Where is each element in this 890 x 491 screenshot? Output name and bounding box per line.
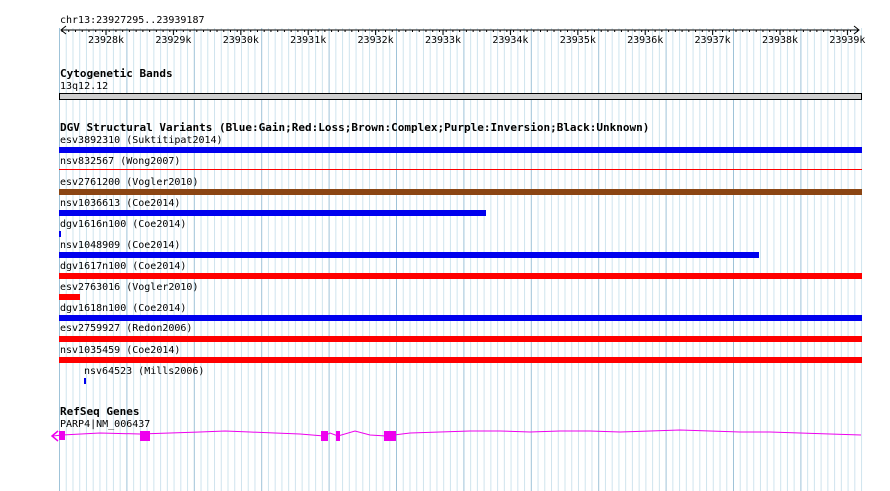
ruler-tick-label: 23931k	[290, 35, 327, 46]
dgv-feature-bar[interactable]	[59, 357, 862, 363]
ruler-tick-label: 23939k	[829, 35, 866, 46]
exon	[140, 431, 150, 441]
dgv-feature-label[interactable]: esv2763016 (Vogler2010)	[60, 282, 198, 293]
dgv-feature-label[interactable]: dgv1617n100 (Coe2014)	[60, 261, 186, 272]
dgv-feature-bar[interactable]	[84, 378, 86, 384]
dgv-feature-bar[interactable]	[59, 294, 80, 300]
dgv-feature-bar[interactable]	[59, 189, 862, 195]
dgv-feature-label[interactable]: nsv1048909 (Coe2014)	[60, 240, 180, 251]
ruler-tick-label: 23929k	[155, 35, 192, 46]
dgv-track-title[interactable]: DGV Structural Variants (Blue:Gain;Red:L…	[60, 122, 649, 134]
dgv-feature-label[interactable]: esv2759927 (Redon2006)	[60, 323, 192, 334]
cytoband-track-title[interactable]: Cytogenetic Bands	[60, 68, 173, 80]
dgv-feature-label[interactable]: dgv1618n100 (Coe2014)	[60, 303, 186, 314]
dgv-feature-bar[interactable]	[59, 210, 486, 216]
gene-model[interactable]	[0, 420, 890, 450]
ruler-tick-label: 23930k	[222, 35, 259, 46]
genome-browser: chr13:23927295..23939187 23928k 23929k 239…	[0, 0, 890, 491]
exon	[59, 431, 65, 440]
refseq-track-title[interactable]: RefSeq Genes	[60, 406, 139, 418]
ruler-tick-label: 23938k	[761, 35, 799, 46]
dgv-feature-bar[interactable]	[59, 169, 862, 170]
exon	[321, 431, 328, 441]
cytoband-bar[interactable]	[59, 93, 862, 100]
ruler-tick-label: 23932k	[357, 35, 394, 46]
dgv-feature-label[interactable]: esv2761200 (Vogler2010)	[60, 177, 198, 188]
dgv-feature-bar[interactable]	[59, 252, 759, 258]
dgv-feature-bar[interactable]	[59, 231, 61, 237]
ruler-tick-label: 23935k	[559, 35, 596, 46]
ruler-tick-label: 23934k	[492, 35, 529, 46]
ruler-tick-label: 23928k	[87, 35, 125, 46]
ruler-tick-label: 23936k	[627, 35, 664, 46]
dgv-feature-label[interactable]: nsv1036613 (Coe2014)	[60, 198, 180, 209]
dgv-feature-bar[interactable]	[59, 315, 862, 321]
dgv-feature-label[interactable]: esv3892310 (Suktitipat2014)	[60, 135, 223, 146]
dgv-feature-label[interactable]: dgv1616n100 (Coe2014)	[60, 219, 186, 230]
ruler-tick-label: 23937k	[694, 35, 731, 46]
exon	[384, 431, 396, 441]
dgv-feature-label[interactable]: nsv1035459 (Coe2014)	[60, 345, 180, 356]
ruler-tick-label: 23933k	[424, 35, 462, 46]
dgv-feature-bar[interactable]	[59, 273, 862, 279]
dgv-feature-label[interactable]: nsv64523 (Mills2006)	[84, 366, 204, 377]
dgv-feature-bar[interactable]	[59, 147, 862, 153]
intron-line	[52, 429, 862, 437]
dgv-feature-label[interactable]: nsv832567 (Wong2007)	[60, 156, 180, 167]
cytoband-label: 13q12.12	[60, 81, 109, 92]
exon	[336, 431, 340, 441]
dgv-feature-bar[interactable]	[59, 336, 862, 342]
